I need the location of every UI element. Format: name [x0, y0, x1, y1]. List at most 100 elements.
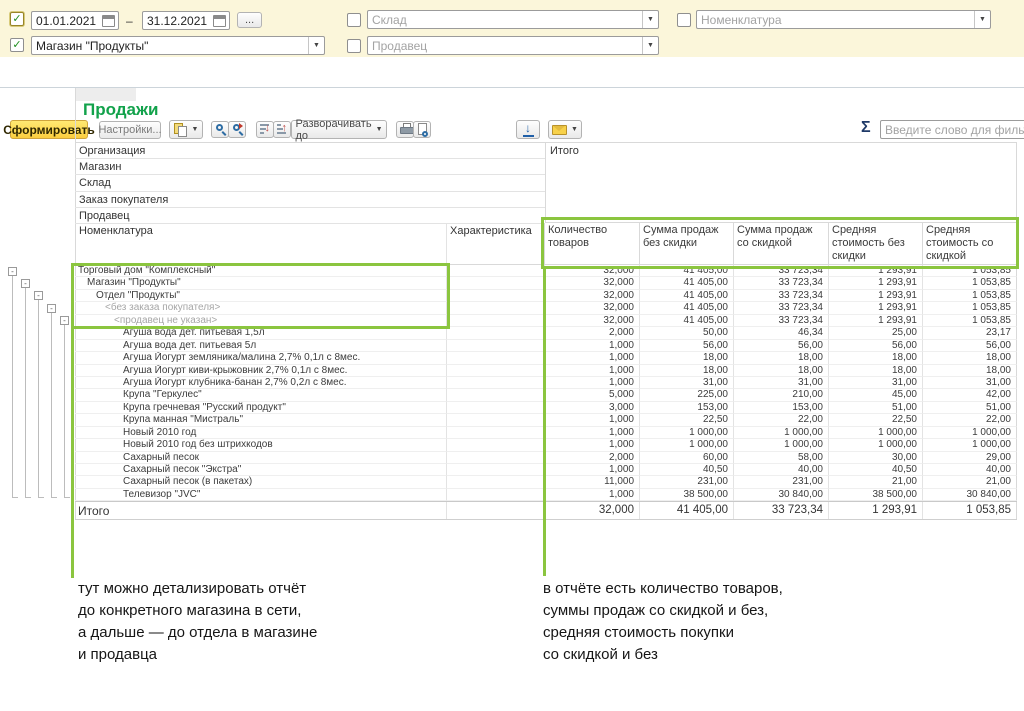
row-value-cell[interactable]: 1 000,00 — [734, 427, 829, 439]
collapse-group-icon[interactable]: - — [47, 304, 56, 313]
collapse-group-icon[interactable]: - — [8, 267, 17, 276]
row-value-cell[interactable]: 56,00 — [829, 340, 923, 352]
row-value-cell[interactable]: 32,000 — [545, 290, 640, 302]
row-label-cell[interactable]: Отдел "Продукты" — [75, 290, 447, 302]
itogo-header-cell[interactable]: Итого — [545, 142, 1017, 223]
period-from-input[interactable] — [32, 14, 102, 28]
row-value-cell[interactable]: 33 723,34 — [734, 302, 829, 314]
row-value-cell[interactable]: 32,000 — [545, 315, 640, 327]
report-header-row[interactable]: Организация — [75, 143, 545, 159]
row-value-cell[interactable]: 1,000 — [545, 427, 640, 439]
prodavec-checkbox[interactable] — [347, 39, 361, 53]
row-characteristic-cell[interactable] — [447, 340, 545, 352]
sort-ascending-button[interactable]: ↑ — [273, 121, 291, 138]
table-row[interactable]: Торговый дом "Комплексный"32,00041 405,0… — [75, 265, 1017, 277]
row-value-cell[interactable]: 1 053,85 — [923, 290, 1017, 302]
row-characteristic-cell[interactable] — [447, 389, 545, 401]
row-characteristic-cell[interactable] — [447, 377, 545, 389]
row-value-cell[interactable]: 42,00 — [923, 389, 1017, 401]
row-value-cell[interactable]: 1 053,85 — [923, 265, 1017, 277]
row-value-cell[interactable]: 18,00 — [734, 365, 829, 377]
row-value-cell[interactable]: 1 293,91 — [829, 290, 923, 302]
quick-filter-input[interactable] — [881, 123, 1024, 137]
value-column-header[interactable]: Сумма продаж без скидки — [640, 223, 734, 265]
prodavec-combo[interactable]: ▼ — [367, 36, 659, 55]
row-characteristic-cell[interactable] — [447, 427, 545, 439]
row-label-cell[interactable]: Сахарный песок "Экстра" — [75, 464, 447, 476]
row-value-cell[interactable]: 2,000 — [545, 327, 640, 339]
report-header-row[interactable]: Склад — [75, 175, 545, 191]
row-value-cell[interactable]: 32,000 — [545, 277, 640, 289]
sklad-input[interactable] — [368, 13, 642, 27]
row-value-cell[interactable]: 45,00 — [829, 389, 923, 401]
chevron-down-icon[interactable]: ▼ — [642, 37, 658, 54]
row-value-cell[interactable]: 2,000 — [545, 452, 640, 464]
row-value-cell[interactable]: 1 000,00 — [829, 427, 923, 439]
sort-descending-button[interactable]: ↓ — [256, 121, 274, 138]
row-characteristic-cell[interactable] — [447, 327, 545, 339]
table-row[interactable]: Крупа манная "Мистраль"1,00022,5022,0022… — [75, 414, 1017, 426]
sklad-combo[interactable]: ▼ — [367, 10, 659, 29]
row-value-cell[interactable]: 231,00 — [640, 476, 734, 488]
row-value-cell[interactable]: 21,00 — [923, 476, 1017, 488]
row-value-cell[interactable]: 18,00 — [829, 365, 923, 377]
table-row[interactable]: Магазин "Продукты"32,00041 405,0033 723,… — [75, 277, 1017, 289]
row-label-cell[interactable]: Сахарный песок — [75, 452, 447, 464]
row-value-cell[interactable]: 22,50 — [640, 414, 734, 426]
collapse-group-icon[interactable]: - — [21, 279, 30, 288]
row-value-cell[interactable]: 1 000,00 — [640, 439, 734, 451]
row-label-cell[interactable]: Агуша вода дет. питьевая 1,5л — [75, 327, 447, 339]
collapse-group-icon[interactable]: - — [34, 291, 43, 300]
row-value-cell[interactable]: 56,00 — [734, 340, 829, 352]
row-value-cell[interactable]: 1 000,00 — [734, 439, 829, 451]
row-value-cell[interactable]: 33 723,34 — [734, 265, 829, 277]
row-value-cell[interactable]: 40,50 — [640, 464, 734, 476]
row-value-cell[interactable]: 22,00 — [734, 414, 829, 426]
period-from-field[interactable] — [31, 11, 119, 30]
search-next-button[interactable] — [228, 121, 246, 138]
row-value-cell[interactable]: 22,00 — [923, 414, 1017, 426]
value-column-header[interactable]: Средняя стоимость со скидкой — [923, 223, 1017, 265]
total-value-cell[interactable]: 41 405,00 — [640, 502, 734, 519]
row-characteristic-cell[interactable] — [447, 290, 545, 302]
table-row[interactable]: Агуша вода дет. питьевая 5л1,00056,0056,… — [75, 340, 1017, 352]
row-value-cell[interactable]: 1 293,91 — [829, 265, 923, 277]
row-value-cell[interactable]: 225,00 — [640, 389, 734, 401]
print-preview-button[interactable] — [413, 121, 431, 138]
expand-to-button[interactable]: Разворачивать до ▼ — [291, 120, 387, 139]
report-header-row[interactable]: Магазин — [75, 159, 545, 175]
row-value-cell[interactable]: 1 000,00 — [923, 439, 1017, 451]
magazin-input[interactable] — [32, 39, 308, 53]
table-row[interactable]: Новый 2010 год без штрихкодов1,0001 000,… — [75, 439, 1017, 451]
value-column-header[interactable]: Количество товаров — [545, 223, 640, 265]
table-row[interactable]: Агуша Йогурт киви-крыжовник 2,7% 0,1л с … — [75, 365, 1017, 377]
row-value-cell[interactable]: 153,00 — [734, 402, 829, 414]
row-value-cell[interactable]: 21,00 — [829, 476, 923, 488]
row-value-cell[interactable]: 40,00 — [734, 464, 829, 476]
chevron-down-icon[interactable]: ▼ — [642, 11, 658, 28]
total-value-cell[interactable]: 1 293,91 — [829, 502, 923, 519]
row-value-cell[interactable]: 31,00 — [734, 377, 829, 389]
total-row[interactable]: Итого 32,00041 405,0033 723,341 293,911 … — [75, 501, 1017, 520]
row-value-cell[interactable]: 1 000,00 — [923, 427, 1017, 439]
row-label-cell[interactable]: Торговый дом "Комплексный" — [75, 265, 447, 277]
row-value-cell[interactable]: 210,00 — [734, 389, 829, 401]
value-column-header[interactable]: Средняя стоимость без скидки — [829, 223, 923, 265]
row-value-cell[interactable]: 32,000 — [545, 265, 640, 277]
row-value-cell[interactable]: 1 293,91 — [829, 277, 923, 289]
quick-filter-field[interactable] — [880, 120, 1024, 139]
row-value-cell[interactable]: 25,00 — [829, 327, 923, 339]
row-value-cell[interactable]: 1,000 — [545, 352, 640, 364]
copy-result-button[interactable]: ▼ — [169, 120, 203, 139]
print-button[interactable] — [396, 121, 414, 138]
row-value-cell[interactable]: 1 053,85 — [923, 315, 1017, 327]
row-label-cell[interactable]: Крупа "Геркулес" — [75, 389, 447, 401]
row-value-cell[interactable]: 1,000 — [545, 489, 640, 501]
chevron-down-icon[interactable]: ▼ — [974, 11, 990, 28]
table-row[interactable]: <без заказа покупателя>32,00041 405,0033… — [75, 302, 1017, 314]
table-row[interactable]: Агуша Йогурт земляника/малина 2,7% 0,1л … — [75, 352, 1017, 364]
table-row[interactable]: Телевизор "JVC"1,00038 500,0030 840,0038… — [75, 489, 1017, 501]
period-more-button[interactable]: ... — [237, 12, 262, 28]
row-value-cell[interactable]: 18,00 — [734, 352, 829, 364]
table-row[interactable]: Агуша вода дет. питьевая 1,5л2,00050,004… — [75, 327, 1017, 339]
